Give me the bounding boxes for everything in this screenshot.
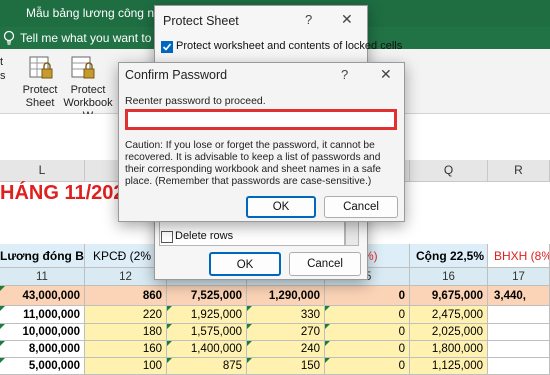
table-cell[interactable]: 8,000,000 <box>0 341 85 358</box>
confirm-close-button[interactable]: ✕ <box>380 66 392 83</box>
confirm-password-dialog: Confirm Password ? ✕ Reenter password to… <box>118 62 405 222</box>
table-cell[interactable]: 5,000,000 <box>0 358 85 375</box>
table-cell[interactable]: 1,125,000 <box>410 358 488 375</box>
confirm-cancel-button[interactable]: Cancel <box>324 196 398 218</box>
table-cell[interactable]: 100 <box>85 358 167 375</box>
protect-ok-button[interactable]: OK <box>209 252 281 276</box>
index-cell[interactable]: 11 <box>0 268 85 286</box>
tell-me-search[interactable]: Tell me what you want to <box>20 31 151 45</box>
table-cell[interactable]: 0 <box>325 306 410 324</box>
table-cell[interactable]: 330 <box>247 306 325 324</box>
index-cell[interactable]: 17 <box>488 268 550 286</box>
table-cell[interactable]: 11,000,000 <box>0 306 85 324</box>
table-cell[interactable] <box>488 306 550 324</box>
table-cell[interactable]: 2,025,000 <box>410 324 488 341</box>
table-cell[interactable]: 270 <box>247 324 325 341</box>
table-cell[interactable]: 1,925,000 <box>167 306 247 324</box>
table-cell[interactable]: 860 <box>85 286 167 306</box>
table-cell[interactable]: 180 <box>85 324 167 341</box>
table-cell[interactable]: 2,475,000 <box>410 306 488 324</box>
delete-rows-checkbox[interactable] <box>161 231 173 243</box>
delete-rows-label: Delete rows <box>175 230 234 242</box>
protect-sheet-icon <box>29 56 53 79</box>
table-cell[interactable]: 0 <box>325 286 410 306</box>
table-cell[interactable]: 3,440, <box>488 286 550 306</box>
table-cell[interactable] <box>488 358 550 375</box>
confirm-ok-button[interactable]: OK <box>246 196 316 218</box>
table-cell[interactable]: 1,575,000 <box>167 324 247 341</box>
protect-help-button[interactable]: ? <box>305 12 312 27</box>
confirm-help-button[interactable]: ? <box>341 67 348 82</box>
protect-workbook-icon <box>71 56 95 79</box>
password-prompt: Reenter password to proceed. <box>125 95 266 107</box>
protect-worksheet-label: Protect worksheet and contents of locked… <box>176 40 403 52</box>
header-bhxh[interactable]: BHXH (8% <box>488 244 550 268</box>
table-cell[interactable]: 9,675,000 <box>410 286 488 306</box>
protect-worksheet-checkbox[interactable] <box>161 41 173 53</box>
password-input[interactable] <box>125 109 397 130</box>
table-cell[interactable]: 0 <box>325 341 410 358</box>
header-luong-dong-bh[interactable]: Lương đóng BH <box>0 244 85 268</box>
protect-sheet-button[interactable]: Protect Sheet <box>20 52 60 112</box>
index-cell[interactable]: 16 <box>410 268 488 286</box>
header-cong[interactable]: Cộng 22,5% <box>410 244 488 268</box>
table-cell[interactable]: 240 <box>247 341 325 358</box>
ribbon-partial-label: t s <box>0 56 6 82</box>
table-cell[interactable]: 160 <box>85 341 167 358</box>
column-header-R[interactable]: R <box>488 160 550 182</box>
column-header-L[interactable]: L <box>0 160 85 182</box>
table-cell[interactable]: 0 <box>325 358 410 375</box>
caution-text: Caution: If you lose or forget the passw… <box>125 140 381 187</box>
table-cell[interactable]: 1,290,000 <box>247 286 325 306</box>
table-cell[interactable]: 43,000,000 <box>0 286 85 306</box>
table-cell[interactable]: 220 <box>85 306 167 324</box>
lightbulb-icon <box>3 30 15 45</box>
table-cell[interactable]: 7,525,000 <box>167 286 247 306</box>
protect-cancel-button[interactable]: Cancel <box>289 252 361 276</box>
protect-dialog-title: Protect Sheet <box>163 14 239 28</box>
window-title: Mẫu bảng lương công nhân <box>26 6 175 20</box>
sheet-title: HÁNG 11/202 <box>0 182 125 204</box>
table-cell[interactable]: 150 <box>247 358 325 375</box>
table-cell[interactable]: 0 <box>325 324 410 341</box>
protect-sheet-label: Protect Sheet <box>22 84 58 109</box>
table-cell[interactable]: 1,800,000 <box>410 341 488 358</box>
protect-close-button[interactable]: ✕ <box>341 11 353 28</box>
table-cell[interactable]: 875 <box>167 358 247 375</box>
protect-workbook-button[interactable]: Protect Workbook W <box>58 52 113 122</box>
table-cell[interactable]: 10,000,000 <box>0 324 85 341</box>
confirm-dialog-title: Confirm Password <box>125 68 228 82</box>
column-header-Q[interactable]: Q <box>410 160 488 182</box>
table-cell[interactable] <box>488 341 550 358</box>
table-cell[interactable]: 1,400,000 <box>167 341 247 358</box>
checkmark-icon <box>162 43 172 51</box>
table-cell[interactable] <box>488 324 550 341</box>
